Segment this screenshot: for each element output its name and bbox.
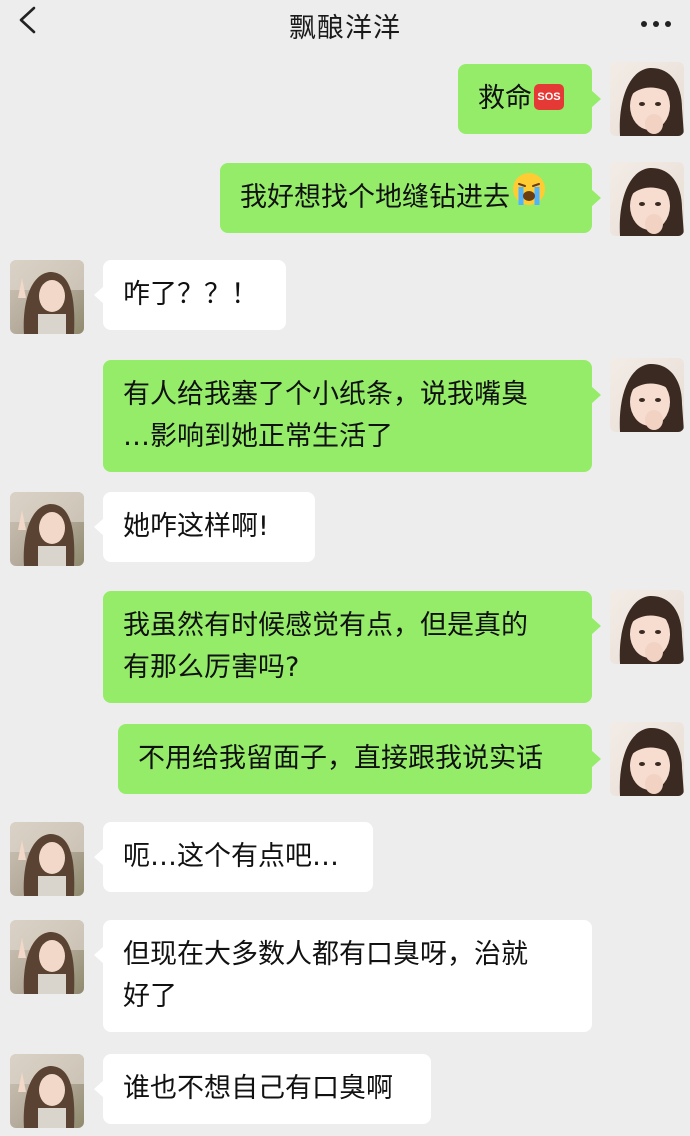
message-bubble-sent[interactable]: 救命 SOS bbox=[458, 64, 601, 134]
contact-avatar[interactable] bbox=[10, 492, 84, 566]
my-avatar[interactable] bbox=[610, 62, 684, 136]
message-bubble-sent[interactable]: 我好想找个地缝钻进去 bbox=[220, 163, 601, 233]
message-bubble-sent[interactable]: 有人给我塞了个小纸条，说我嘴臭 …影响到她正常生活了 bbox=[103, 360, 601, 472]
chat-screen: 飘酿洋洋 救命 SOS 我好想找个地缝钻进去 咋了？？！ 有人给我塞了个小纸条，… bbox=[0, 0, 690, 1136]
message-bubble-received[interactable]: 谁也不想自己有口臭啊 bbox=[94, 1054, 431, 1124]
message-text: 谁也不想自己有口臭啊 bbox=[123, 1073, 393, 1104]
contact-avatar[interactable] bbox=[10, 260, 84, 334]
message-bubble-received[interactable]: 咋了？？！ bbox=[94, 260, 286, 330]
sos-emoji-icon: SOS bbox=[534, 83, 564, 110]
message-text-line: 但现在大多数人都有口臭呀，治就 bbox=[123, 939, 528, 970]
message-text-line: …影响到她正常生活了 bbox=[123, 421, 393, 452]
my-avatar[interactable] bbox=[610, 722, 684, 796]
message-bubble-sent[interactable]: 我虽然有时候感觉有点，但是真的 有那么厉害吗? bbox=[103, 591, 601, 703]
contact-avatar[interactable] bbox=[10, 920, 84, 994]
my-avatar[interactable] bbox=[610, 590, 684, 664]
my-avatar[interactable] bbox=[610, 358, 684, 432]
message-bubble-received[interactable]: 呃…这个有点吧… bbox=[94, 822, 373, 892]
message-text: 咋了？？！ bbox=[123, 279, 258, 310]
more-dots-icon bbox=[640, 13, 672, 32]
message-text-line: 有那么厉害吗? bbox=[123, 652, 300, 683]
message-text: 救命 bbox=[478, 83, 532, 114]
message-bubble-sent[interactable]: 不用给我留面子，直接跟我说实话 bbox=[118, 724, 601, 794]
contact-avatar[interactable] bbox=[10, 1054, 84, 1128]
message-text-line: 有人给我塞了个小纸条，说我嘴臭 bbox=[123, 379, 528, 410]
contact-avatar[interactable] bbox=[10, 822, 84, 896]
chat-header: 飘酿洋洋 bbox=[0, 0, 690, 46]
my-avatar[interactable] bbox=[610, 162, 684, 236]
message-text: 呃…这个有点吧… bbox=[123, 841, 339, 872]
crying-face-icon bbox=[512, 172, 546, 219]
message-text: 不用给我留面子，直接跟我说实话 bbox=[138, 743, 543, 774]
chat-title[interactable]: 飘酿洋洋 bbox=[0, 6, 690, 45]
message-bubble-received[interactable]: 但现在大多数人都有口臭呀，治就 好了 bbox=[94, 920, 592, 1032]
message-text: 她咋这样啊! bbox=[123, 511, 269, 542]
more-button[interactable] bbox=[636, 8, 676, 36]
message-bubble-received[interactable]: 她咋这样啊! bbox=[94, 492, 315, 562]
message-text-line: 我虽然有时候感觉有点，但是真的 bbox=[123, 610, 528, 641]
message-text-line: 好了 bbox=[123, 981, 177, 1012]
message-text: 我好想找个地缝钻进去 bbox=[240, 182, 510, 213]
